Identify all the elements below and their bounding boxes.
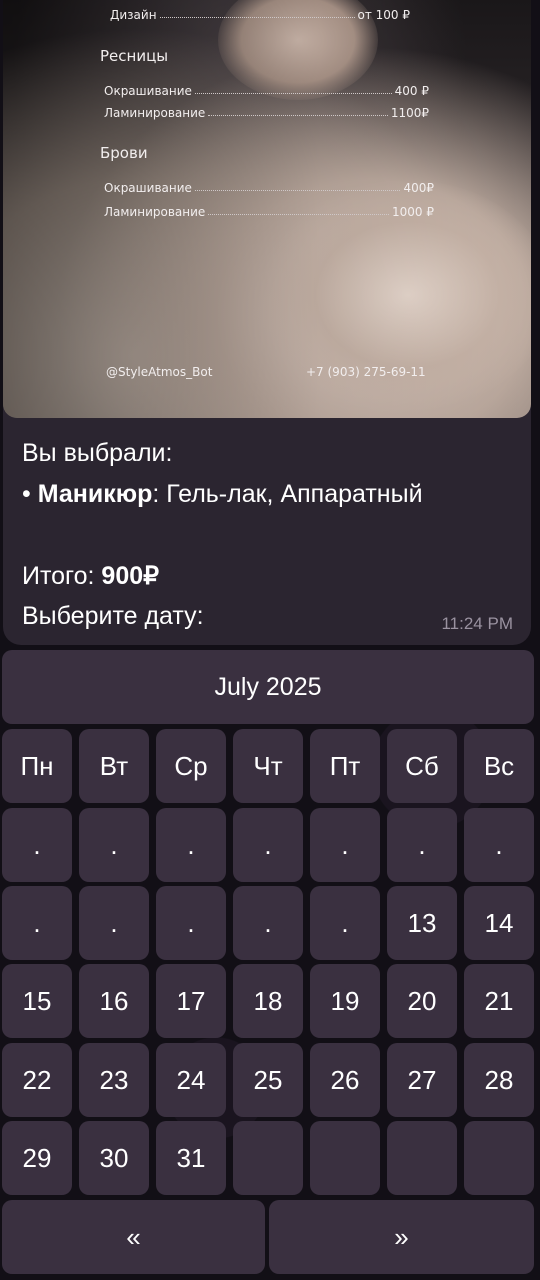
empty-day-button[interactable]: . (233, 808, 303, 882)
price-value: 400₽ (403, 181, 434, 195)
day-button[interactable]: 16 (79, 964, 149, 1038)
blank-day-button[interactable] (464, 1121, 534, 1195)
total-line: Итого: 900₽ (22, 560, 159, 593)
day-button[interactable]: 25 (233, 1043, 303, 1117)
next-month-button[interactable]: » (269, 1200, 534, 1274)
empty-day-button[interactable]: . (79, 808, 149, 882)
phone-number: +7 (903) 275-69-11 (306, 365, 426, 379)
dotted-leader (194, 181, 401, 191)
empty-day-button[interactable]: . (2, 886, 72, 960)
day-button[interactable]: 23 (79, 1043, 149, 1117)
total-value: 900₽ (101, 562, 160, 590)
day-button[interactable]: 27 (387, 1043, 457, 1117)
total-label: Итого: (22, 562, 102, 590)
dotted-leader (208, 106, 388, 116)
day-button[interactable]: 30 (79, 1121, 149, 1195)
empty-day-button[interactable]: . (156, 808, 226, 882)
empty-day-button[interactable]: . (2, 808, 72, 882)
dotted-leader (208, 205, 389, 215)
day-button[interactable]: 22 (2, 1043, 72, 1117)
day-button[interactable]: 20 (387, 964, 457, 1038)
price-row: Окрашивание 400₽ (104, 181, 434, 195)
selected-label: Вы выбрали: (22, 439, 173, 467)
price-row: Ламинирование 1100₽ (104, 106, 429, 120)
price-label: Дизайн (110, 8, 157, 22)
empty-day-button[interactable]: . (310, 886, 380, 960)
weekday-button[interactable]: Пт (310, 729, 380, 803)
prev-month-button[interactable]: « (2, 1200, 265, 1274)
category-title: Брови (100, 144, 148, 162)
day-button[interactable]: 15 (2, 964, 72, 1038)
day-button[interactable]: 28 (464, 1043, 534, 1117)
price-value: от 100 ₽ (357, 8, 411, 22)
day-button[interactable]: 18 (233, 964, 303, 1038)
price-label: Окрашивание (104, 181, 192, 195)
price-row: Дизайн от 100 ₽ (110, 8, 410, 22)
day-button[interactable]: 13 (387, 886, 457, 960)
empty-day-button[interactable]: . (310, 808, 380, 882)
service-options: : Гель-лак, Аппаратный (152, 480, 423, 508)
day-button[interactable]: 24 (156, 1043, 226, 1117)
selected-service-line: • Маникюр: Гель-лак, Аппаратный (22, 478, 423, 511)
price-label: Ламинирование (104, 205, 206, 219)
bullet: • (22, 480, 31, 508)
day-button[interactable]: 19 (310, 964, 380, 1038)
weekday-button[interactable]: Ср (156, 729, 226, 803)
category-title: Ресницы (100, 47, 169, 65)
day-button[interactable]: 14 (464, 886, 534, 960)
empty-day-button[interactable]: . (387, 808, 457, 882)
price-row: Ламинирование 1000 ₽ (104, 205, 434, 219)
empty-day-button[interactable]: . (233, 886, 303, 960)
price-row: Окрашивание 400 ₽ (104, 84, 429, 98)
weekday-button[interactable]: Пн (2, 729, 72, 803)
empty-day-button[interactable]: . (79, 886, 149, 960)
price-value: 1000 ₽ (392, 205, 434, 219)
day-button[interactable]: 31 (156, 1121, 226, 1195)
weekday-button[interactable]: Чт (233, 729, 303, 803)
price-value: 400 ₽ (394, 84, 429, 98)
dotted-leader (159, 8, 355, 18)
blank-day-button[interactable] (233, 1121, 303, 1195)
day-button[interactable]: 21 (464, 964, 534, 1038)
bot-handle: @StyleAtmos_Bot (106, 365, 213, 379)
day-button[interactable]: 17 (156, 964, 226, 1038)
price-label: Окрашивание (104, 84, 192, 98)
price-label: Ламинирование (104, 106, 206, 120)
service-name: Маникюр (37, 480, 153, 508)
empty-day-button[interactable]: . (156, 886, 226, 960)
weekday-button[interactable]: Вс (464, 729, 534, 803)
blank-day-button[interactable] (310, 1121, 380, 1195)
price-list-photo[interactable]: Дизайн от 100 ₽ Ресницы Окрашивание 400 … (3, 0, 531, 418)
message-time: 11:24 PM (441, 614, 513, 633)
empty-day-button[interactable]: . (464, 808, 534, 882)
price-value: 1100₽ (390, 106, 429, 120)
blank-day-button[interactable] (387, 1121, 457, 1195)
date-prompt: Выберите дату: (22, 602, 204, 630)
dotted-leader (194, 84, 392, 94)
weekday-button[interactable]: Сб (387, 729, 457, 803)
day-button[interactable]: 26 (310, 1043, 380, 1117)
weekday-button[interactable]: Вт (79, 729, 149, 803)
day-button[interactable]: 29 (2, 1121, 72, 1195)
month-button[interactable]: July 2025 (2, 650, 534, 724)
